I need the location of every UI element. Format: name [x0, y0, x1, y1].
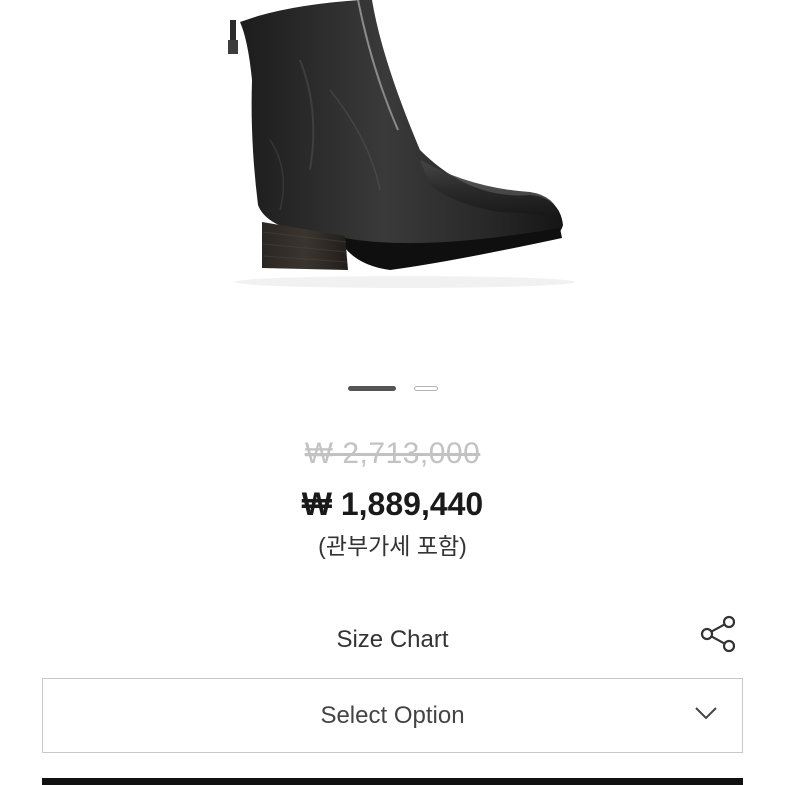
- buy-button-edge[interactable]: [42, 778, 743, 785]
- sale-price: ₩ 1,889,440: [301, 486, 484, 522]
- boot-image: [228, 0, 575, 288]
- option-select[interactable]: Select Option: [42, 678, 743, 753]
- size-chart-label[interactable]: Size Chart: [336, 626, 448, 653]
- carousel-indicators: [0, 386, 785, 391]
- tax-note: (관부가세 포함): [318, 533, 467, 559]
- share-icon[interactable]: [698, 614, 738, 654]
- chevron-down-icon: [695, 707, 717, 720]
- original-price: ₩ 2,713,000: [304, 437, 481, 470]
- carousel-dot-active[interactable]: [347, 386, 396, 391]
- carousel-dot[interactable]: [413, 386, 438, 391]
- size-chart-link[interactable]: Size Chart: [0, 622, 785, 658]
- option-select-label: Select Option: [320, 701, 465, 729]
- price-block: ₩ 2,713,000 ₩ 1,889,440 (관부가세 포함): [0, 434, 785, 564]
- product-image[interactable]: [0, 0, 785, 360]
- share-icon-graphic: [700, 615, 736, 653]
- product-page: ₩ 2,713,000 ₩ 1,889,440 (관부가세 포함) Size C…: [0, 0, 785, 785]
